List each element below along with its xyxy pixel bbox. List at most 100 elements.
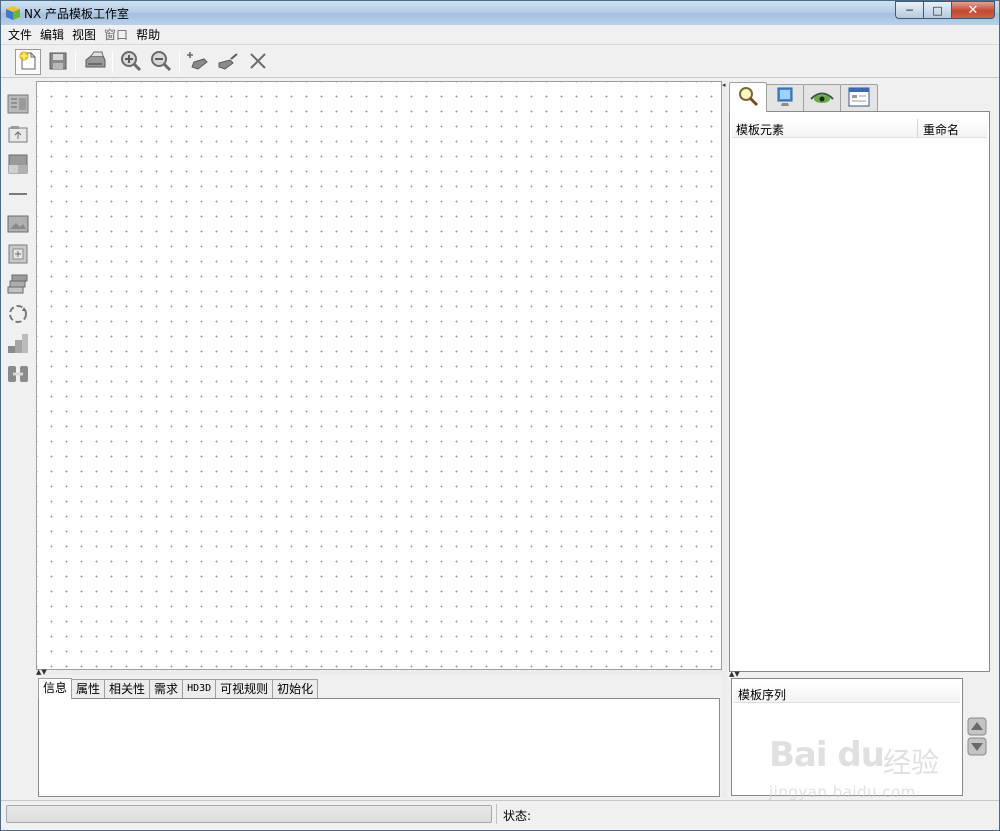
status-divider [496,804,497,824]
add-element-button[interactable] [185,49,211,75]
right-tab-bar [729,81,878,112]
column-divider[interactable] [917,119,918,138]
steps-icon [7,333,29,358]
palette-cycle-button[interactable] [6,303,30,327]
save-button[interactable] [45,49,71,75]
baidu-watermark: Bai du 经验 jingyan.baidu.com [761,717,961,807]
arrow-down-icon [967,737,987,759]
info-panel[interactable] [38,698,720,797]
frame-icon [7,123,29,148]
menu-view[interactable]: 视图 [68,26,100,43]
add-element-icon [186,50,210,75]
tab-visibility[interactable] [803,84,841,111]
zoom-out-button[interactable] [148,49,174,75]
move-up-button[interactable] [967,717,987,736]
tree-header: 模板元素 重命名 [732,119,987,138]
status-label: 状态: [503,809,532,823]
form-icon [7,93,29,118]
group-icon [7,243,29,268]
menu-window[interactable]: 窗口 [100,26,132,43]
tab-dependencies[interactable]: 相关性 [104,679,151,698]
eye-icon [810,88,834,109]
window-controls: ─ □ ✕ [895,1,995,19]
bottom-tab-bar: 信息 属性 相关性 需求 HD3D 可视规则 初始化 [38,678,319,699]
window-title: NX 产品模板工作室 [24,7,130,21]
palette-image-button[interactable] [6,213,30,237]
print-icon [83,50,107,75]
window-icon [848,87,870,110]
design-canvas[interactable] [36,81,722,670]
palette-link-button[interactable] [6,363,30,387]
zoom-in-icon [120,50,142,75]
palette-steps-button[interactable] [6,333,30,357]
toolbar-separator [179,51,180,73]
column-template-element[interactable]: 模板元素 [736,121,784,138]
tab-initialization[interactable]: 初始化 [272,679,319,698]
menu-bar: 文件 编辑 视图 窗口 帮助 [1,25,999,45]
move-down-button[interactable] [967,737,987,756]
separator-icon [7,183,29,208]
app-logo-icon [5,5,21,21]
tab-properties[interactable]: 属性 [71,679,106,698]
tab-search[interactable] [729,82,767,112]
element-palette [3,85,33,797]
palette-layout-button[interactable] [6,153,30,177]
progress-bar [6,805,492,823]
palette-group-button[interactable] [6,243,30,267]
tab-visibility-rules[interactable]: 可视规则 [215,679,274,698]
close-button[interactable]: ✕ [951,1,995,19]
tab-window[interactable] [840,84,878,111]
canvas-splitter[interactable]: ▲▼ [36,669,722,676]
edit-element-button[interactable] [215,49,241,75]
right-panel-splitter[interactable]: ▲▼ [729,670,990,678]
sequence-header: 模板序列 [734,684,960,703]
title-bar[interactable]: NX 产品模板工作室 ─ □ ✕ [1,1,999,25]
palette-stack-button[interactable] [6,273,30,297]
new-button[interactable] [15,49,41,75]
sequence-title: 模板序列 [738,688,787,702]
delete-button[interactable] [245,49,271,75]
watermark-brand: Bai du [769,735,885,775]
column-rename[interactable]: 重命名 [923,121,959,138]
image-icon [7,213,29,238]
palette-separator-button[interactable] [6,183,30,207]
toolbar [1,46,999,78]
minimize-button[interactable]: ─ [895,1,923,19]
watermark-url: jingyan.baidu.com [769,783,916,801]
tab-hd3d[interactable]: HD3D [182,679,217,698]
monitor-icon [774,86,796,111]
edit-element-icon [216,50,240,75]
template-tree-panel[interactable]: 模板元素 重命名 [729,111,990,672]
close-icon: ✕ [967,2,979,18]
menu-help[interactable]: 帮助 [132,26,164,43]
palette-form-button[interactable] [6,93,30,117]
save-icon [48,51,68,74]
print-button[interactable] [82,49,108,75]
splitter-arrows-icon: ▲▼ [729,670,740,678]
stack-icon [7,273,29,298]
menu-edit[interactable]: 编辑 [36,26,68,43]
sequence-move-buttons [967,717,987,757]
tab-info[interactable]: 信息 [38,678,73,699]
vertical-splitter[interactable]: ◂ [722,81,727,798]
zoom-in-button[interactable] [118,49,144,75]
maximize-icon: □ [932,3,943,17]
app-window: NX 产品模板工作室 ─ □ ✕ 文件 编辑 视图 窗口 帮助 ▲▼ ◂ 信息 … [0,0,1000,831]
delete-icon [248,51,268,74]
splitter-left-arrow-icon: ◂ [722,81,726,89]
search-icon [737,85,759,110]
minimize-icon: ─ [906,3,913,17]
link-icon [7,363,29,388]
watermark-suffix: 经验 [883,746,940,779]
new-icon [17,50,39,75]
menu-file[interactable]: 文件 [4,26,36,43]
palette-frame-button[interactable] [6,123,30,147]
maximize-button[interactable]: □ [923,1,951,19]
tab-display[interactable] [766,84,804,111]
cycle-icon [7,303,29,328]
toolbar-separator [75,51,76,73]
toolbar-separator [112,51,113,73]
zoom-out-icon [150,50,172,75]
tab-requirements[interactable]: 需求 [149,679,184,698]
layout-icon [7,153,29,178]
